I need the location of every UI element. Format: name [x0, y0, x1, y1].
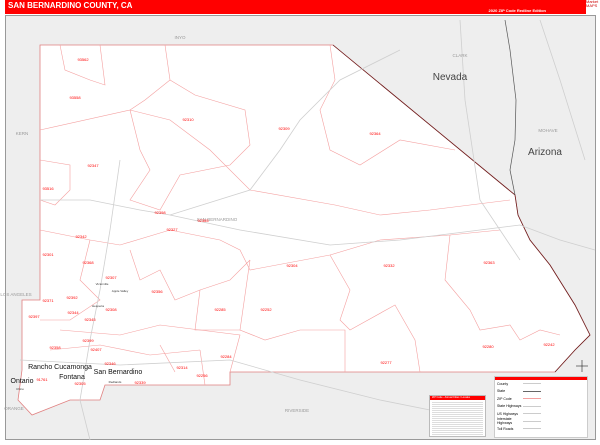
zip-label[interactable]: 92368	[82, 260, 94, 265]
zip-label[interactable]: 92346	[104, 361, 116, 366]
zip-label[interactable]: 92284	[220, 354, 232, 359]
zip-label[interactable]: 92308	[105, 307, 117, 312]
zip-label[interactable]: 92399	[82, 338, 94, 343]
legend-label: County	[497, 381, 509, 386]
county-label-inyo: INYO	[174, 35, 186, 40]
zip-label[interactable]: 92344	[67, 310, 79, 315]
zip-label[interactable]: 92407	[90, 347, 102, 352]
zip-label[interactable]: 91761	[36, 377, 48, 382]
zip-label[interactable]: 92332	[383, 263, 395, 268]
zip-label[interactable]: 92397	[28, 314, 40, 319]
legend-label: State Highways	[497, 404, 522, 409]
city-label: Victorville	[96, 282, 109, 286]
county-label-orange: ORANGE	[4, 406, 24, 411]
zip-label[interactable]: 92339	[134, 380, 146, 385]
legend-item-zip: ZIP Code	[495, 395, 587, 403]
legend-label: Toll Roads	[497, 426, 514, 431]
zip-label[interactable]: 92363	[483, 260, 495, 265]
state-label-arizona: Arizona	[528, 147, 562, 158]
zip-label[interactable]: 92242	[543, 342, 555, 347]
legend-item-state: State	[495, 388, 587, 396]
city-label: Chino	[16, 387, 24, 391]
zip-label[interactable]: 93516	[42, 186, 54, 191]
zip-label[interactable]: 92327	[166, 227, 178, 232]
zip-label[interactable]: 92345	[84, 317, 96, 322]
zip-label[interactable]: 92285	[214, 307, 226, 312]
legend-item-toll-roads: Toll Roads	[495, 425, 587, 433]
city-label: Fontana	[59, 374, 85, 381]
city-label: Redlands	[109, 380, 122, 384]
zip-label[interactable]: 92392	[66, 295, 78, 300]
county-label-los-angeles: LOS ANGELES	[0, 292, 31, 297]
legend-item-county: County	[495, 380, 587, 388]
county-label-kern: KERN	[16, 131, 29, 136]
zip-label[interactable]: 93562	[77, 57, 89, 62]
zip-label[interactable]: 92398	[154, 210, 166, 215]
legend-label: State	[497, 389, 506, 394]
legend-label: US Highways	[497, 411, 519, 416]
zip-label[interactable]: 92277	[380, 360, 392, 365]
legend-item-interstate: Interstate Highways	[495, 417, 587, 426]
zip-label[interactable]: 92371	[42, 298, 54, 303]
county-label-clark: CLARK	[452, 53, 467, 58]
county-label-riverside: RIVERSIDE	[285, 408, 309, 413]
legend-item-state-highways: State Highways	[495, 403, 587, 411]
legend-label: Interstate Highways	[497, 417, 513, 426]
zip-label[interactable]: 92358	[49, 345, 61, 350]
zip-label[interactable]: 92356	[151, 289, 163, 294]
zip-label[interactable]: 92314	[176, 365, 188, 370]
county-label-mohave: MOHAVE	[538, 128, 557, 133]
city-label: San Bernardino	[94, 369, 143, 376]
zip-label[interactable]: 92342	[75, 234, 87, 239]
state-label-nevada: Nevada	[433, 72, 468, 83]
index-rows	[432, 401, 483, 435]
zip-label[interactable]: 92304	[286, 263, 298, 268]
zip-label[interactable]: 92309	[278, 126, 290, 131]
city-label: Apple Valley	[112, 289, 129, 293]
zip-label[interactable]: 92347	[87, 163, 99, 168]
zip-label[interactable]: 92364	[369, 131, 381, 136]
city-label: Ontario	[11, 378, 34, 385]
zip-label[interactable]: 92256	[196, 373, 208, 378]
zip-label[interactable]: 92252	[260, 307, 272, 312]
zip-label[interactable]: 92307	[105, 275, 117, 280]
legend-label: ZIP Code	[497, 396, 512, 401]
zip-label[interactable]: 92280	[482, 344, 494, 349]
city-label: Rancho Cucamonga	[28, 364, 92, 371]
city-label: Hesperia	[92, 304, 104, 308]
zip-index-table: ZIP Code - Annual Cities / Locales	[429, 395, 486, 437]
zip-label[interactable]: 92310	[182, 117, 194, 122]
zip-label[interactable]: 92305	[74, 381, 86, 386]
index-title: ZIP Code - Annual Cities / Locales	[430, 396, 485, 400]
zip-label[interactable]: 92301	[42, 252, 54, 257]
map-legend: County State ZIP Code State Highways US …	[494, 376, 588, 438]
zip-label[interactable]: 93558	[69, 95, 81, 100]
zip-label[interactable]: 92365	[197, 218, 209, 223]
